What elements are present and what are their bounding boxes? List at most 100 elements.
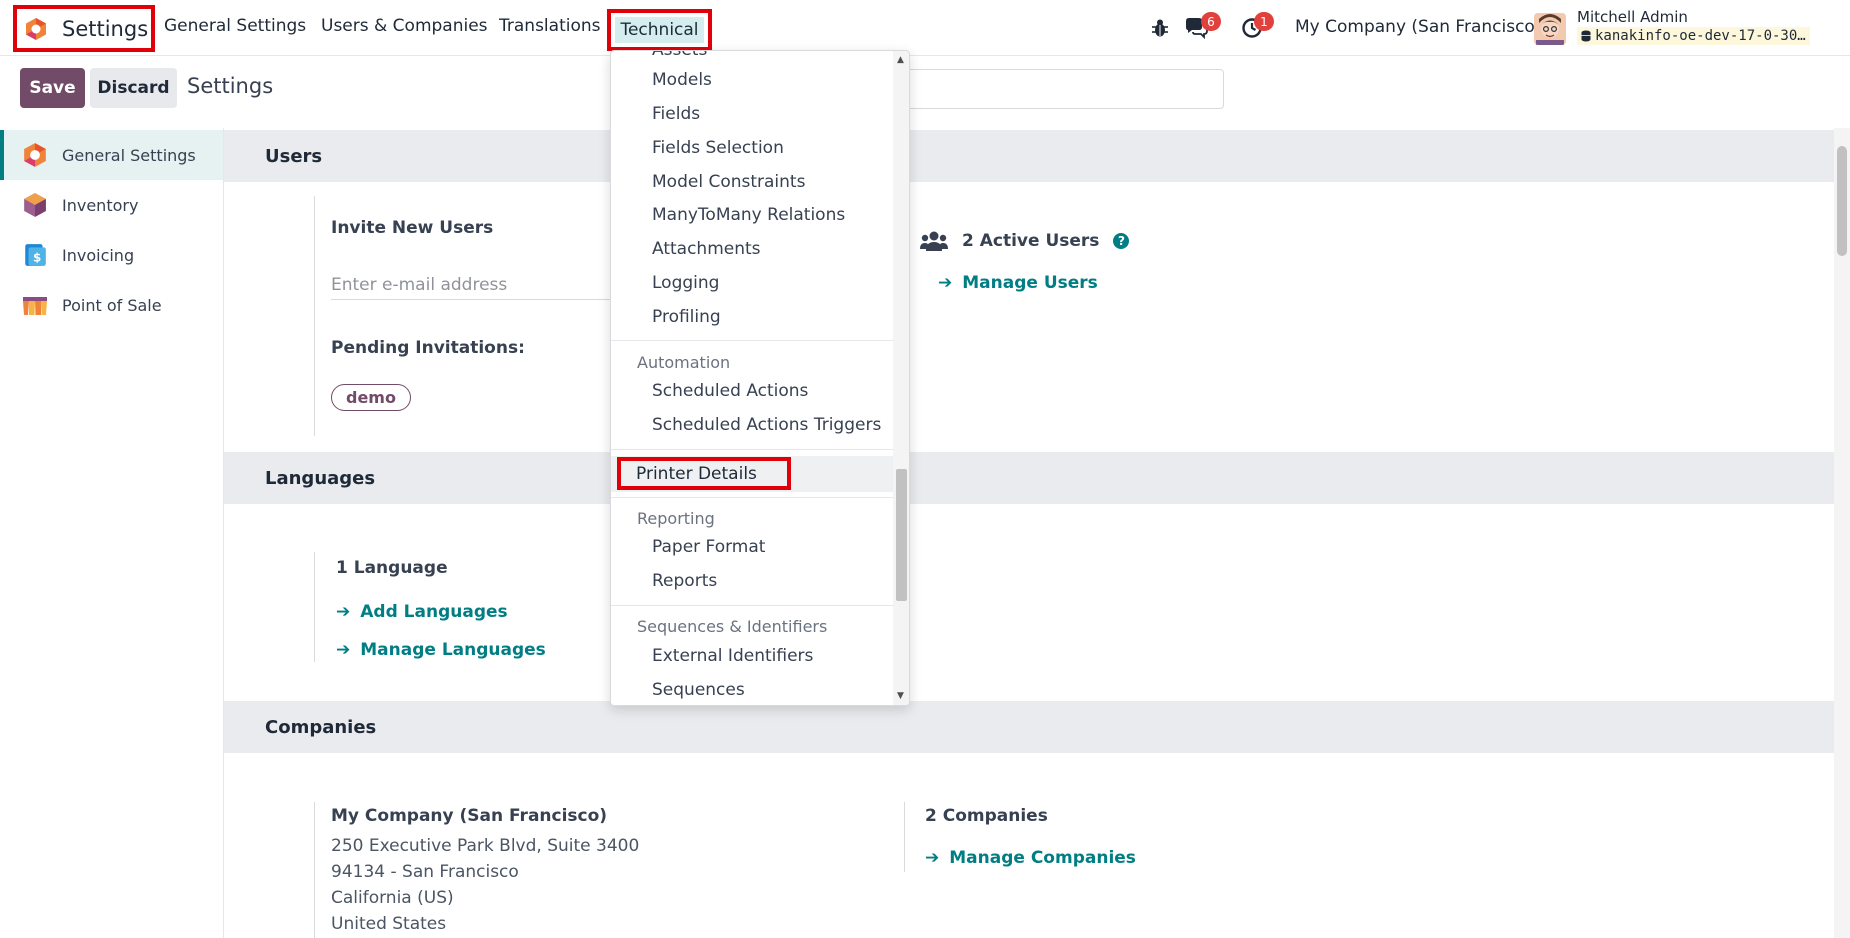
active-users-count: 2 Active Users [962, 231, 1100, 251]
settings-app-icon [24, 143, 46, 167]
menu-item-sequences[interactable]: Sequences [611, 673, 893, 705]
arrow-right-icon: ➔ [336, 602, 351, 622]
menu-item-logging[interactable]: Logging [611, 266, 893, 300]
manage-languages-link[interactable]: ➔ Manage Languages [336, 640, 546, 660]
sidebar-item-label: Invoicing [62, 245, 135, 265]
pos-app-icon [23, 297, 47, 315]
sidebar-item-label: General Settings [62, 145, 196, 165]
languages-block: 1 Language ➔ Add Languages ➔ Manage Lang… [314, 552, 614, 662]
menu-item-scheduled-actions-triggers[interactable]: Scheduled Actions Triggers [611, 408, 893, 442]
company-name: My Company (San Francisco) [331, 806, 608, 826]
menu-users-companies[interactable]: Users & Companies [321, 16, 488, 36]
company-address-line: 250 Executive Park Blvd, Suite 3400 [331, 836, 640, 856]
bug-icon[interactable] [1151, 18, 1169, 38]
user-avatar-icon [1534, 13, 1566, 45]
users-icon [920, 231, 948, 251]
companies-count: 2 Companies [925, 806, 1048, 826]
menu-item-profiling[interactable]: Profiling [611, 300, 893, 334]
pending-invitations-label: Pending Invitations: [331, 338, 525, 358]
messages-badge: 6 [1201, 12, 1221, 31]
menu-divider [611, 340, 893, 341]
active-users-row: 2 Active Users ? [920, 230, 1130, 252]
menu-item-paper-format[interactable]: Paper Format [611, 530, 893, 564]
menu-divider [611, 605, 893, 606]
section-users-title: Users [224, 130, 1834, 182]
menu-item-models[interactable]: Models [611, 63, 893, 97]
sidebar-item-label: Point of Sale [62, 295, 162, 315]
arrow-right-icon: ➔ [925, 848, 940, 868]
company-address-line: 94134 - San Francisco [331, 862, 519, 882]
section-languages-title: Languages [224, 452, 1834, 504]
sidebar-item-point-of-sale[interactable]: Point of Sale [0, 280, 223, 330]
database-icon [1581, 30, 1591, 42]
avatar[interactable] [1534, 13, 1566, 45]
sidebar-item-inventory[interactable]: Inventory [0, 180, 223, 230]
technical-dropdown-menu: Assets Models Fields Fields Selection Mo… [610, 50, 910, 706]
sidebar-item-general-settings[interactable]: General Settings [0, 130, 223, 180]
sidebar-item-invoicing[interactable]: $ Invoicing [0, 230, 223, 280]
company-address-line: California (US) [331, 888, 454, 908]
menu-item-many2many-relations[interactable]: ManyToMany Relations [611, 198, 893, 232]
manage-users-link[interactable]: ➔ Manage Users [938, 273, 1098, 293]
breadcrumb: Settings [187, 74, 274, 98]
invite-email-input[interactable] [331, 270, 621, 300]
company-address-line: United States [331, 914, 447, 934]
page-scrollbar[interactable] [1834, 128, 1850, 938]
scroll-up-arrow-icon[interactable]: ▲ [897, 55, 904, 65]
menu-header-reporting: Reporting [637, 508, 715, 528]
manage-companies-label: Manage Companies [949, 848, 1136, 868]
menu-item-external-identifiers[interactable]: External Identifiers [611, 639, 893, 673]
manage-users-label: Manage Users [962, 273, 1098, 293]
settings-app-icon [26, 17, 46, 40]
app-name: Settings [62, 16, 149, 41]
manage-companies-link[interactable]: ➔ Manage Companies [925, 848, 1136, 868]
settings-content: Users Invite New Users Pending Invitatio… [224, 128, 1834, 938]
discard-button[interactable]: Discard [90, 68, 177, 108]
invoicing-app-icon: $ [25, 244, 46, 266]
menu-item-fields[interactable]: Fields [611, 97, 893, 131]
dropdown-scrollbar-thumb[interactable] [896, 469, 907, 601]
invite-users-block: Invite New Users Pending Invitations: de… [314, 196, 621, 436]
save-button[interactable]: Save [20, 68, 85, 108]
menu-technical-highlight: Technical [607, 9, 712, 51]
menu-technical[interactable]: Technical [615, 17, 704, 43]
add-languages-link[interactable]: ➔ Add Languages [336, 602, 508, 622]
menu-divider [611, 449, 893, 450]
app-brand[interactable]: Settings [13, 5, 155, 52]
sidebar-item-label: Inventory [62, 195, 139, 215]
company-switcher[interactable]: My Company (San Francisco) [1295, 17, 1541, 37]
arrow-right-icon: ➔ [938, 273, 953, 293]
company-info-block: My Company (San Francisco) 250 Executive… [314, 802, 734, 938]
companies-count-block: 2 Companies ➔ Manage Companies [904, 802, 1204, 872]
activities-badge: 1 [1254, 12, 1274, 31]
menu-item-scheduled-actions[interactable]: Scheduled Actions [611, 374, 893, 408]
section-companies-title: Companies [224, 701, 1834, 753]
menu-item-reports[interactable]: Reports [611, 564, 893, 598]
menu-translations[interactable]: Translations [499, 16, 601, 36]
menu-header-sequences: Sequences & Identifiers [637, 616, 828, 636]
menu-item-model-constraints[interactable]: Model Constraints [611, 165, 893, 199]
inventory-app-icon [24, 193, 46, 217]
pending-invitation-tag[interactable]: demo [331, 384, 411, 411]
menu-general-settings[interactable]: General Settings [164, 16, 306, 36]
user-name[interactable]: Mitchell Admin [1577, 8, 1688, 26]
dropdown-scrollbar[interactable]: ▲ ▼ [893, 51, 909, 705]
menu-item-attachments[interactable]: Attachments [611, 232, 893, 266]
manage-languages-label: Manage Languages [360, 640, 546, 660]
database-label: kanakinfo-oe-dev-17-0-30… [1595, 28, 1806, 44]
invite-users-label: Invite New Users [331, 218, 494, 238]
help-icon[interactable]: ? [1113, 233, 1130, 249]
settings-sidebar: General Settings Inventory $ Invoicing P… [0, 128, 224, 938]
database-name: kanakinfo-oe-dev-17-0-30… [1577, 27, 1810, 45]
menu-header-automation: Automation [637, 352, 731, 372]
menu-item-fields-selection[interactable]: Fields Selection [611, 131, 893, 165]
menu-item-printer-details[interactable]: Printer Details [617, 457, 791, 490]
arrow-right-icon: ➔ [336, 640, 351, 660]
add-languages-label: Add Languages [360, 602, 508, 622]
languages-count: 1 Language [336, 558, 448, 578]
scroll-down-arrow-icon[interactable]: ▼ [897, 691, 904, 701]
top-navbar: Settings General Settings Users & Compan… [0, 0, 1850, 56]
settings-search-input[interactable] [880, 69, 1224, 109]
page-scrollbar-thumb[interactable] [1837, 146, 1847, 256]
menu-divider [611, 497, 893, 498]
